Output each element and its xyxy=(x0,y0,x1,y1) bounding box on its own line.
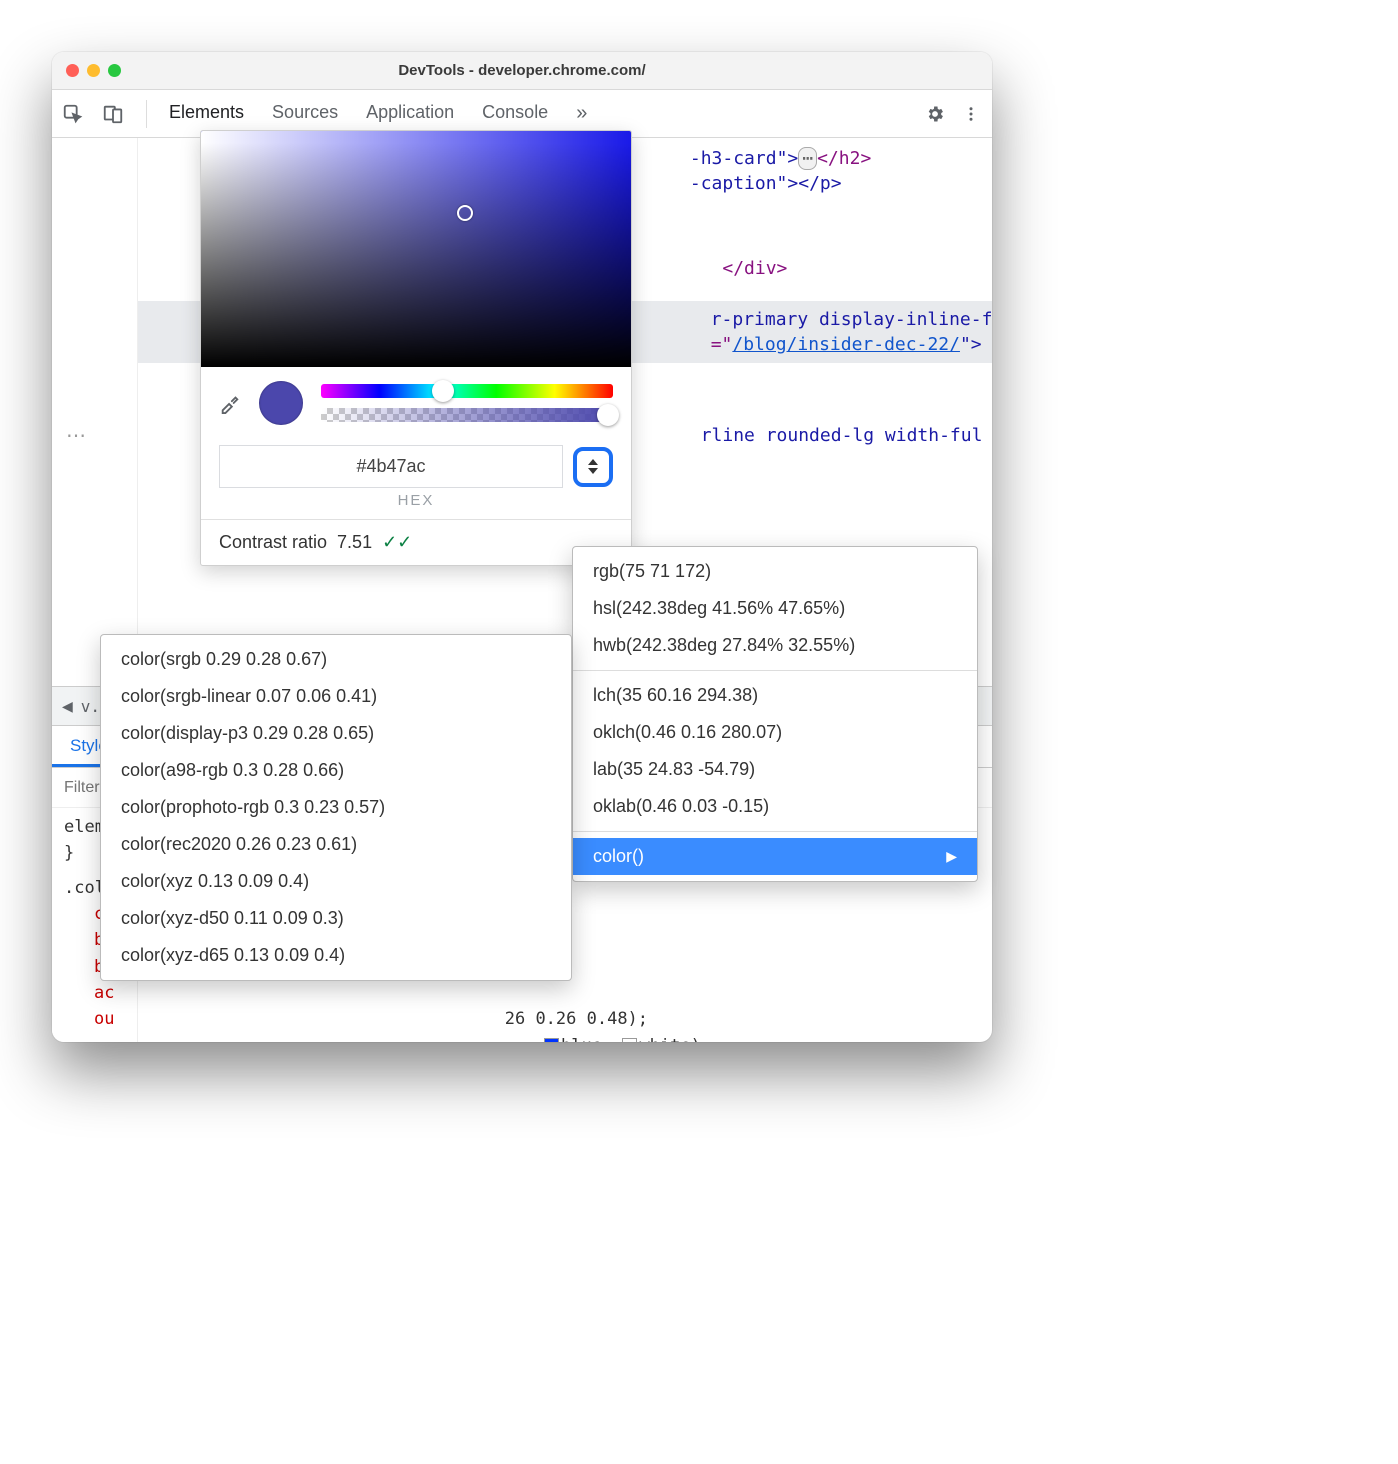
device-toggle-icon[interactable] xyxy=(102,103,124,125)
eyedropper-icon[interactable] xyxy=(219,392,241,414)
saturation-handle[interactable] xyxy=(457,205,473,221)
menu-item-oklab[interactable]: oklab(0.46 0.03 -0.15) xyxy=(573,788,977,825)
css-value: 26 0.26 0.48); xyxy=(505,1009,648,1029)
more-tabs-button[interactable]: » xyxy=(576,102,587,125)
menu-item-hsl[interactable]: hsl(242.38deg 41.56% 47.65%) xyxy=(573,590,977,627)
breadcrumb-scroll-left-icon[interactable]: ◀ xyxy=(62,698,73,715)
menu-item-lch[interactable]: lch(35 60.16 294.38) xyxy=(573,677,977,714)
submenu-item-srgb-linear[interactable]: color(srgb-linear 0.07 0.06 0.41) xyxy=(101,678,571,715)
submenu-item-xyz-d50[interactable]: color(xyz-d50 0.11 0.09 0.3) xyxy=(101,900,571,937)
hue-slider-handle[interactable] xyxy=(432,380,454,402)
tab-application[interactable]: Application xyxy=(366,102,454,125)
menu-item-color-fn[interactable]: color() ▶ xyxy=(573,838,977,875)
color-swatch-blue[interactable] xyxy=(544,1038,559,1042)
more-options-icon[interactable] xyxy=(960,103,982,125)
alpha-slider[interactable] xyxy=(321,408,613,422)
submenu-item-srgb[interactable]: color(srgb 0.29 0.28 0.67) xyxy=(101,641,571,678)
color-swatch-white[interactable] xyxy=(622,1038,637,1042)
color-preview-swatch xyxy=(259,381,303,425)
submenu-item-a98-rgb[interactable]: color(a98-rgb 0.3 0.28 0.66) xyxy=(101,752,571,789)
format-label: HEX xyxy=(201,492,631,519)
menu-item-oklch[interactable]: oklch(0.46 0.16 280.07) xyxy=(573,714,977,751)
color-label: blue xyxy=(561,1036,602,1042)
contrast-value: 7.51 xyxy=(337,532,372,553)
submenu-arrow-icon: ▶ xyxy=(946,848,957,865)
tab-sources[interactable]: Sources xyxy=(272,102,338,125)
submenu-item-display-p3[interactable]: color(display-p3 0.29 0.28 0.65) xyxy=(101,715,571,752)
menu-item-lab[interactable]: lab(35 24.83 -54.79) xyxy=(573,751,977,788)
hue-slider[interactable] xyxy=(321,384,613,398)
css-prop: ac xyxy=(94,983,114,1003)
tab-elements[interactable]: Elements xyxy=(169,102,244,125)
color-format-toggle-button[interactable] xyxy=(573,447,613,487)
inspect-element-icon[interactable] xyxy=(62,103,84,125)
color-label: white xyxy=(639,1036,690,1042)
alpha-slider-handle[interactable] xyxy=(597,404,619,426)
saturation-field[interactable] xyxy=(201,131,631,367)
tab-console[interactable]: Console xyxy=(482,102,548,125)
css-prop: ou xyxy=(94,1009,114,1029)
window-title: DevTools - developer.chrome.com/ xyxy=(52,62,992,79)
contrast-row[interactable]: Contrast ratio 7.51 ✓✓ xyxy=(201,520,631,565)
href-link[interactable]: /blog/insider-dec-22/ xyxy=(732,334,960,355)
menu-item-rgb[interactable]: rgb(75 71 172) xyxy=(573,553,977,590)
menu-separator xyxy=(573,831,977,832)
contrast-pass-icon: ✓✓ xyxy=(382,532,412,553)
menu-item-hwb[interactable]: hwb(242.38deg 27.84% 32.55%) xyxy=(573,627,977,664)
titlebar: DevTools - developer.chrome.com/ xyxy=(52,52,992,90)
color-picker-popover: HEX Contrast ratio 7.51 ✓✓ xyxy=(200,130,632,566)
submenu-item-prophoto-rgb[interactable]: color(prophoto-rgb 0.3 0.23 0.57) xyxy=(101,789,571,826)
submenu-item-xyz[interactable]: color(xyz 0.13 0.09 0.4) xyxy=(101,863,571,900)
panel-tabs: Elements Sources Application Console » xyxy=(169,102,906,125)
submenu-item-xyz-d65[interactable]: color(xyz-d65 0.13 0.09 0.4) xyxy=(101,937,571,974)
settings-icon[interactable] xyxy=(924,103,946,125)
color-format-menu: rgb(75 71 172) hsl(242.38deg 41.56% 47.6… xyxy=(572,546,978,882)
contrast-label: Contrast ratio xyxy=(219,532,327,553)
toolbar-separator xyxy=(146,100,147,128)
hex-input[interactable] xyxy=(219,445,563,488)
menu-separator xyxy=(573,670,977,671)
submenu-item-rec2020[interactable]: color(rec2020 0.26 0.23 0.61) xyxy=(101,826,571,863)
ellipsis-icon: ⋯ xyxy=(66,423,88,448)
color-submenu: color(srgb 0.29 0.28 0.67) color(srgb-li… xyxy=(100,634,572,981)
